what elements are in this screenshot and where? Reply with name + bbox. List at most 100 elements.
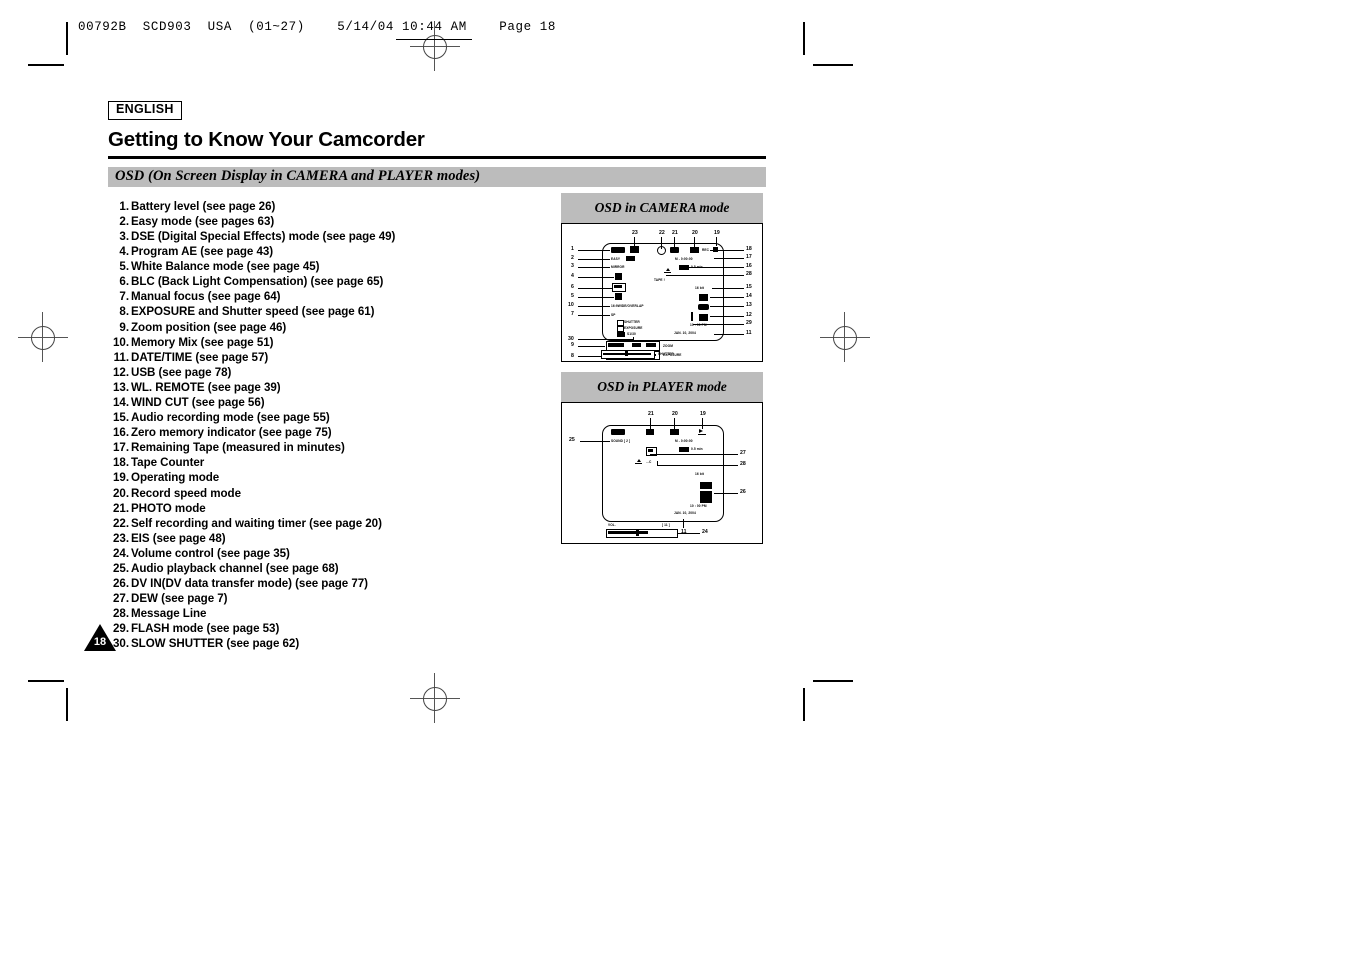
volume-value: [ 11 ] (662, 523, 670, 527)
dv-in-icon-body (700, 491, 712, 503)
camera-callout-22: 22 (659, 230, 665, 236)
memory-mix-label: 16:9WIDE/OVERLAP (611, 304, 644, 308)
camera-callout-13: 13 (746, 302, 752, 308)
registration-circle-bottom (423, 687, 447, 711)
osd-list-item-text: Message Line (131, 607, 207, 621)
camera-callout-2: 2 (571, 255, 574, 261)
zoom-bar-label: ZOOM (663, 344, 673, 348)
camera-callout-16: 16 (746, 263, 752, 269)
player-audio-mode-label: 16 bit (695, 472, 704, 476)
message-line-label: TAPE ! (654, 278, 665, 282)
camera-leader-10 (578, 306, 610, 307)
date-value: JAN. 10, 2004 (674, 331, 696, 335)
section-heading-band: OSD (On Screen Display in CAMERA and PLA… (108, 166, 766, 187)
crop-mark-top-right-vertical (803, 22, 805, 55)
osd-list-item-text: SLOW SHUTTER (see page 62) (131, 637, 300, 651)
osd-list-item-text: PHOTO mode (131, 501, 206, 515)
osd-list-item-number: 2. (119, 214, 129, 228)
osd-list-item-text: Audio recording mode (see page 55) (131, 411, 330, 425)
osd-list-item: 27. DEW (see page 7) (108, 591, 768, 606)
player-callout-11: 11 (681, 529, 687, 535)
osd-list-item-text: Self recording and waiting timer (see pa… (131, 516, 382, 530)
camera-callout-12: 12 (746, 312, 752, 318)
osd-list-item-text: WL. REMOTE (see page 39) (131, 380, 281, 394)
title-divider (108, 155, 766, 159)
osd-list-item: 28. Message Line (108, 606, 768, 621)
player-battery-icon (611, 429, 625, 435)
section-heading-text: OSD (On Screen Display in CAMERA and PLA… (115, 168, 481, 185)
crop-mark-bottom-left-horizontal (28, 680, 64, 682)
record-speed-label: SP (611, 313, 616, 317)
osd-list-item-number: 6. (119, 275, 129, 289)
player-callout-26: 26 (740, 489, 746, 495)
osd-list-item-number: 20. (113, 486, 129, 500)
osd-list-item-number: 16. (113, 426, 129, 440)
camera-callout-23: 23 (632, 230, 638, 236)
osd-list-item-number: 13. (113, 380, 129, 394)
page-number-text: 18 (93, 636, 107, 648)
print-header-strip: 00792B SCD903 USA (01~27) 5/14/04 10:44 … (78, 20, 556, 34)
camera-callout-11: 11 (746, 330, 752, 336)
osd-list-item: 30. SLOW SHUTTER (see page 62) (108, 636, 768, 651)
player-time-value: 10 : 00 PM (690, 504, 707, 508)
camera-leader-3 (578, 267, 610, 268)
zoom-position-marker (632, 343, 641, 347)
osd-list-item-number: 1. (119, 199, 129, 213)
camera-callout-15: 15 (746, 284, 752, 290)
osd-list-item-number: 9. (119, 320, 129, 334)
osd-list-item-number: 24. (113, 546, 129, 560)
camera-callout-21: 21 (672, 230, 678, 236)
camera-callout-14: 14 (746, 293, 752, 299)
player-callout-28: 28 (740, 461, 746, 467)
self-timer-icon (657, 246, 666, 255)
camera-callout-29: 29 (746, 320, 752, 326)
crop-mark-top-left-horizontal (28, 64, 64, 66)
camera-callout-18: 18 (746, 246, 752, 252)
player-leader-19 (702, 418, 703, 429)
osd-list-item-text: EXPOSURE and Shutter speed (see page 61) (131, 305, 375, 319)
zoom-position-end (646, 343, 656, 347)
slow-shutter-label: S1/30 (627, 332, 636, 336)
osd-list-item: 29. FLASH mode (see page 53) (108, 621, 768, 636)
crop-mark-bottom-right-horizontal (813, 680, 853, 682)
player-date-value: JAN. 10, 2004 (674, 511, 696, 515)
osd-list-item-text: Zoom position (see page 46) (131, 320, 287, 334)
camera-callout-5: 5 (571, 293, 574, 299)
volume-control-fill (608, 531, 648, 534)
camera-callout-10: 10 (568, 302, 574, 308)
camera-callout-6: 6 (571, 284, 574, 290)
wind-cut-icon (699, 294, 708, 301)
tape-counter-value: M - 0:00:00 (675, 257, 693, 261)
photo-mode-icon (670, 247, 679, 253)
player-remaining-tape-value: 0.5 min (691, 447, 703, 451)
osd-list-item-number: 17. (113, 441, 129, 455)
record-speed-icon (690, 247, 699, 253)
player-zero-memory-icon (679, 447, 689, 452)
audio-playback-channel-label: SOUND [ 2 ] (611, 439, 631, 443)
camera-leader-30-v (633, 337, 634, 340)
osd-list-item-number: 8. (119, 305, 129, 319)
player-callout-25: 25 (569, 437, 575, 443)
osd-list-item-text: Zero memory indicator (see page 75) (131, 426, 332, 440)
camera-leader-4 (578, 277, 614, 278)
camera-callout-9: 9 (571, 342, 574, 348)
osd-list-item-text: FLASH mode (see page 53) (131, 622, 280, 636)
dv-in-icon (700, 482, 712, 489)
camera-callout-19: 19 (714, 230, 720, 236)
crop-mark-bottom-left-vertical (66, 688, 68, 721)
camera-leader-5 (578, 297, 614, 298)
camera-leader-2 (578, 259, 610, 260)
registration-circle-left (31, 326, 55, 350)
osd-list-item-number: 28. (113, 607, 129, 621)
osd-list-item-text: DATE/TIME (see page 57) (131, 350, 269, 364)
player-leader-21 (650, 418, 651, 429)
flash-icon (691, 312, 693, 321)
osd-list-item-number: 18. (113, 456, 129, 470)
player-play-bar (698, 434, 706, 436)
camera-callout-1: 1 (571, 246, 574, 252)
wl-remote-icon (698, 304, 709, 310)
crop-mark-top-left-vertical (66, 22, 68, 55)
osd-list-item-text: Operating mode (131, 471, 220, 485)
osd-list-item-number: 5. (119, 260, 129, 274)
shutter-label: SHUTTER (624, 320, 640, 324)
